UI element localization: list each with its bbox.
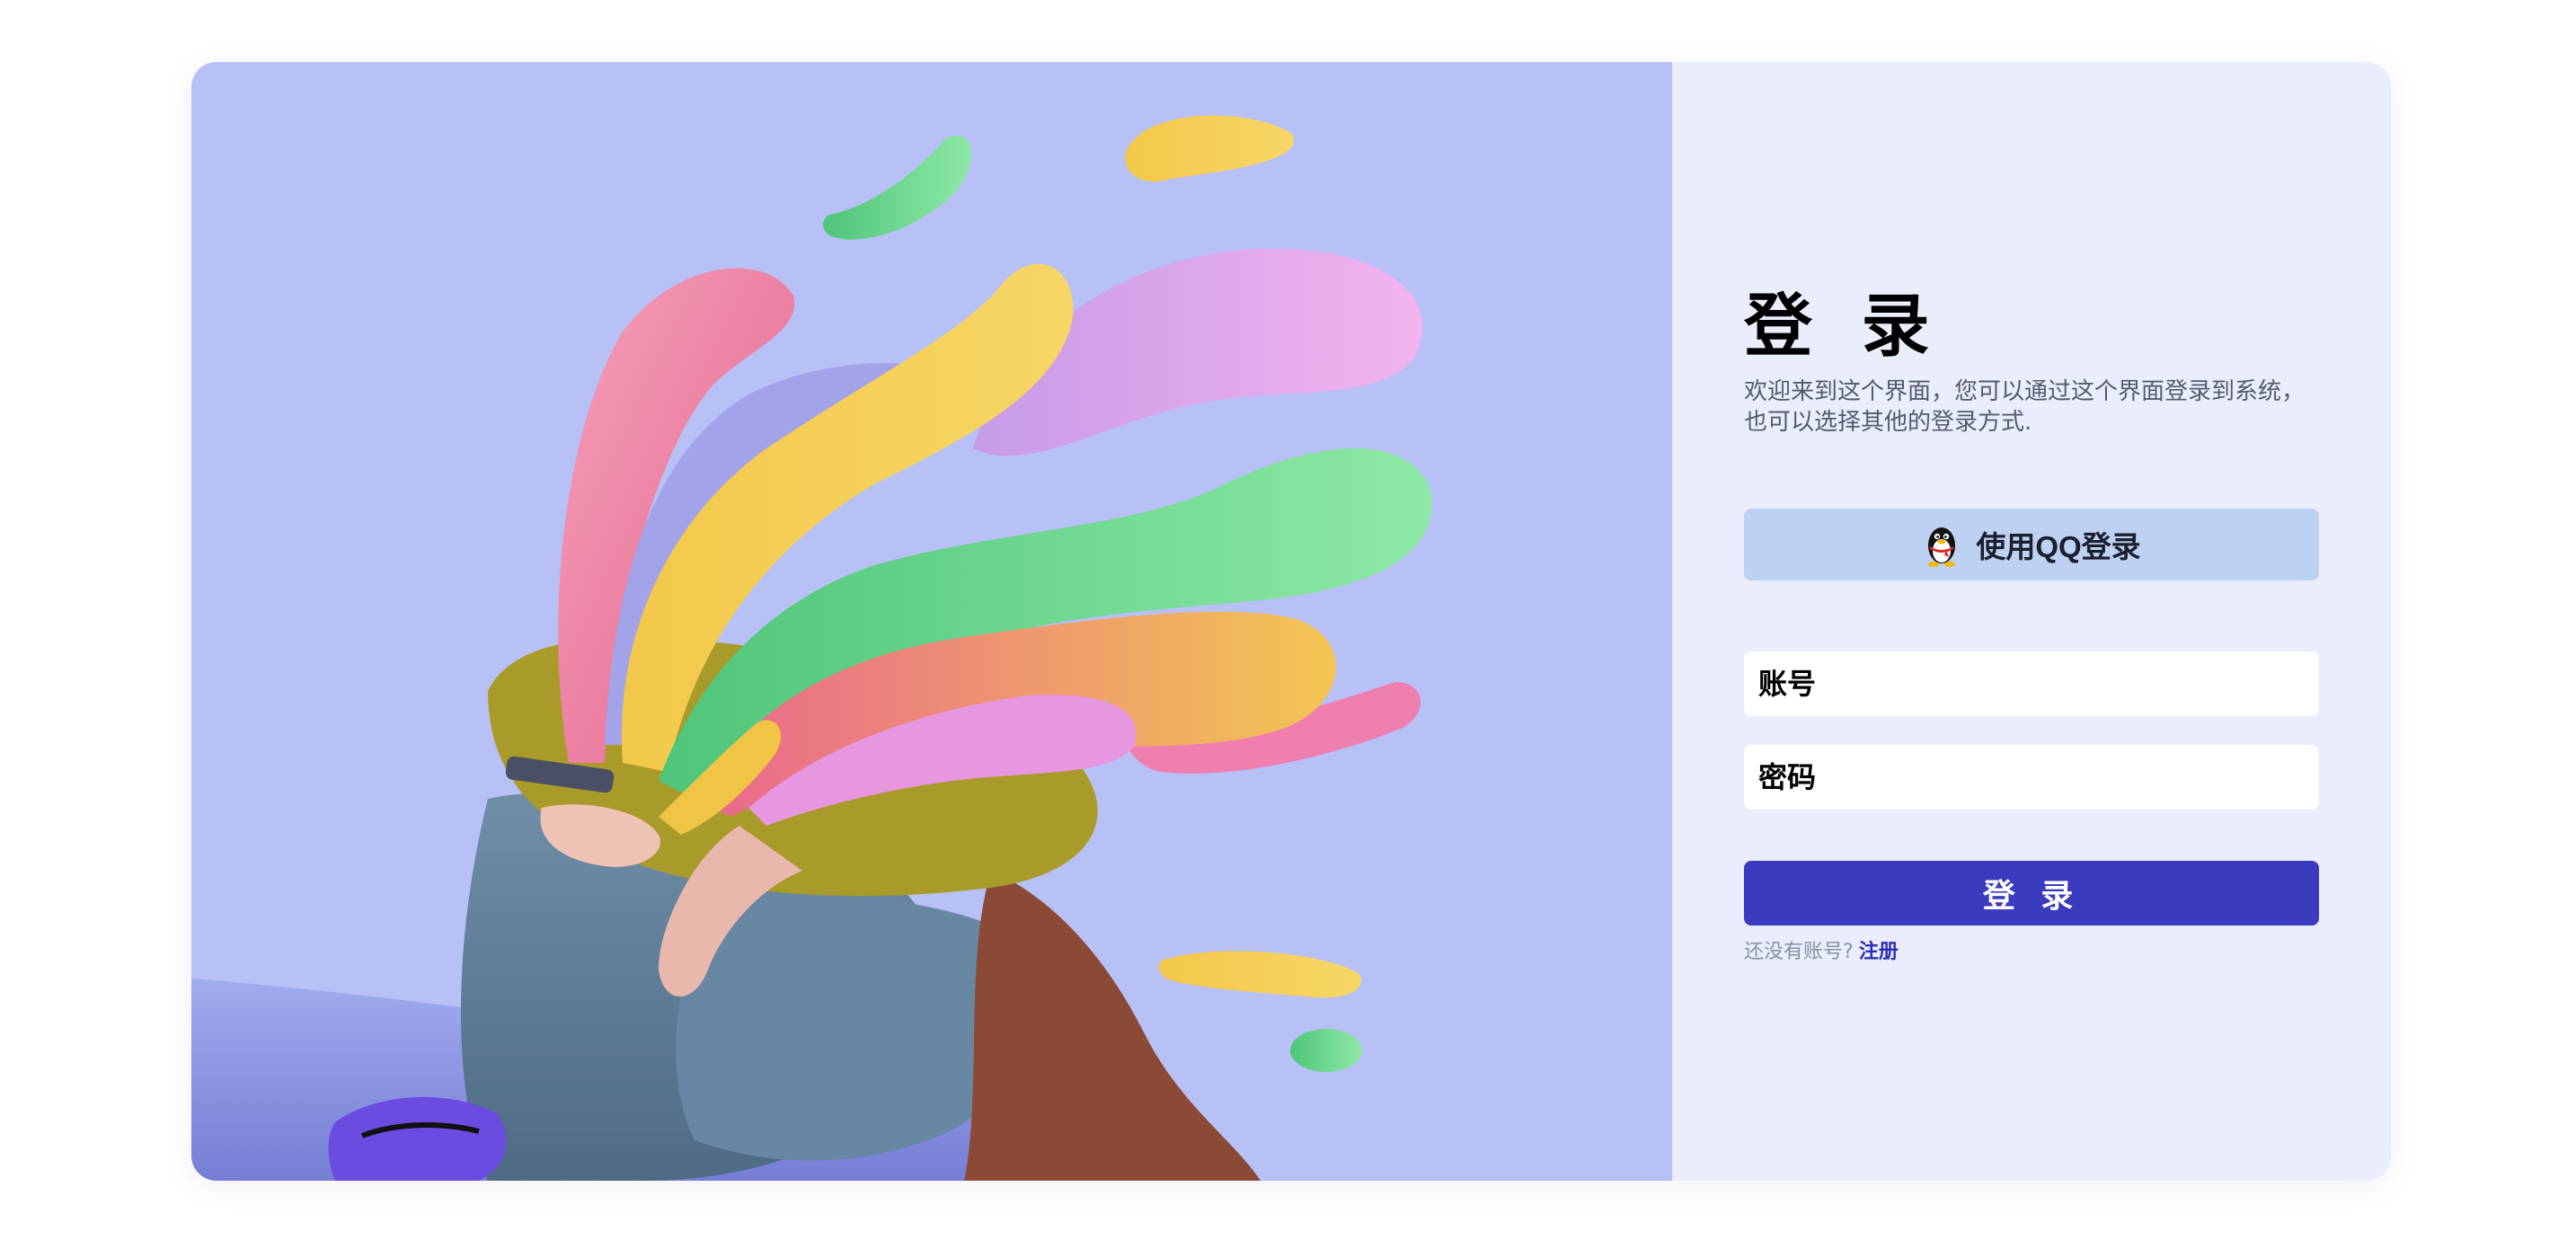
account-input[interactable]	[1744, 651, 2319, 716]
password-input[interactable]	[1744, 745, 2319, 810]
page-title: 登 录	[1744, 286, 1943, 366]
login-card: 登 录 欢迎来到这个界面，您可以通过这个界面登录到系统，也可以选择其他的登录方式…	[191, 62, 2391, 1181]
register-prompt-text: 还没有账号?	[1744, 941, 1854, 963]
register-link[interactable]: 注册	[1859, 941, 1899, 963]
page-subtitle: 欢迎来到这个界面，您可以通过这个界面登录到系统，也可以选择其他的登录方式.	[1744, 378, 2306, 436]
hero-illustration	[191, 62, 1672, 1181]
qq-penguin-icon	[1922, 521, 1961, 568]
login-submit-button[interactable]: 登 录	[1744, 861, 2319, 926]
hero-illustration-art	[191, 115, 1432, 1181]
login-panel: 登 录 欢迎来到这个界面，您可以通过这个界面登录到系统，也可以选择其他的登录方式…	[1672, 62, 2391, 1181]
register-prompt-line: 还没有账号? 注册	[1744, 935, 1899, 964]
qq-login-button[interactable]: 使用QQ登录	[1744, 509, 2319, 580]
qq-login-label: 使用QQ登录	[1976, 530, 2141, 563]
